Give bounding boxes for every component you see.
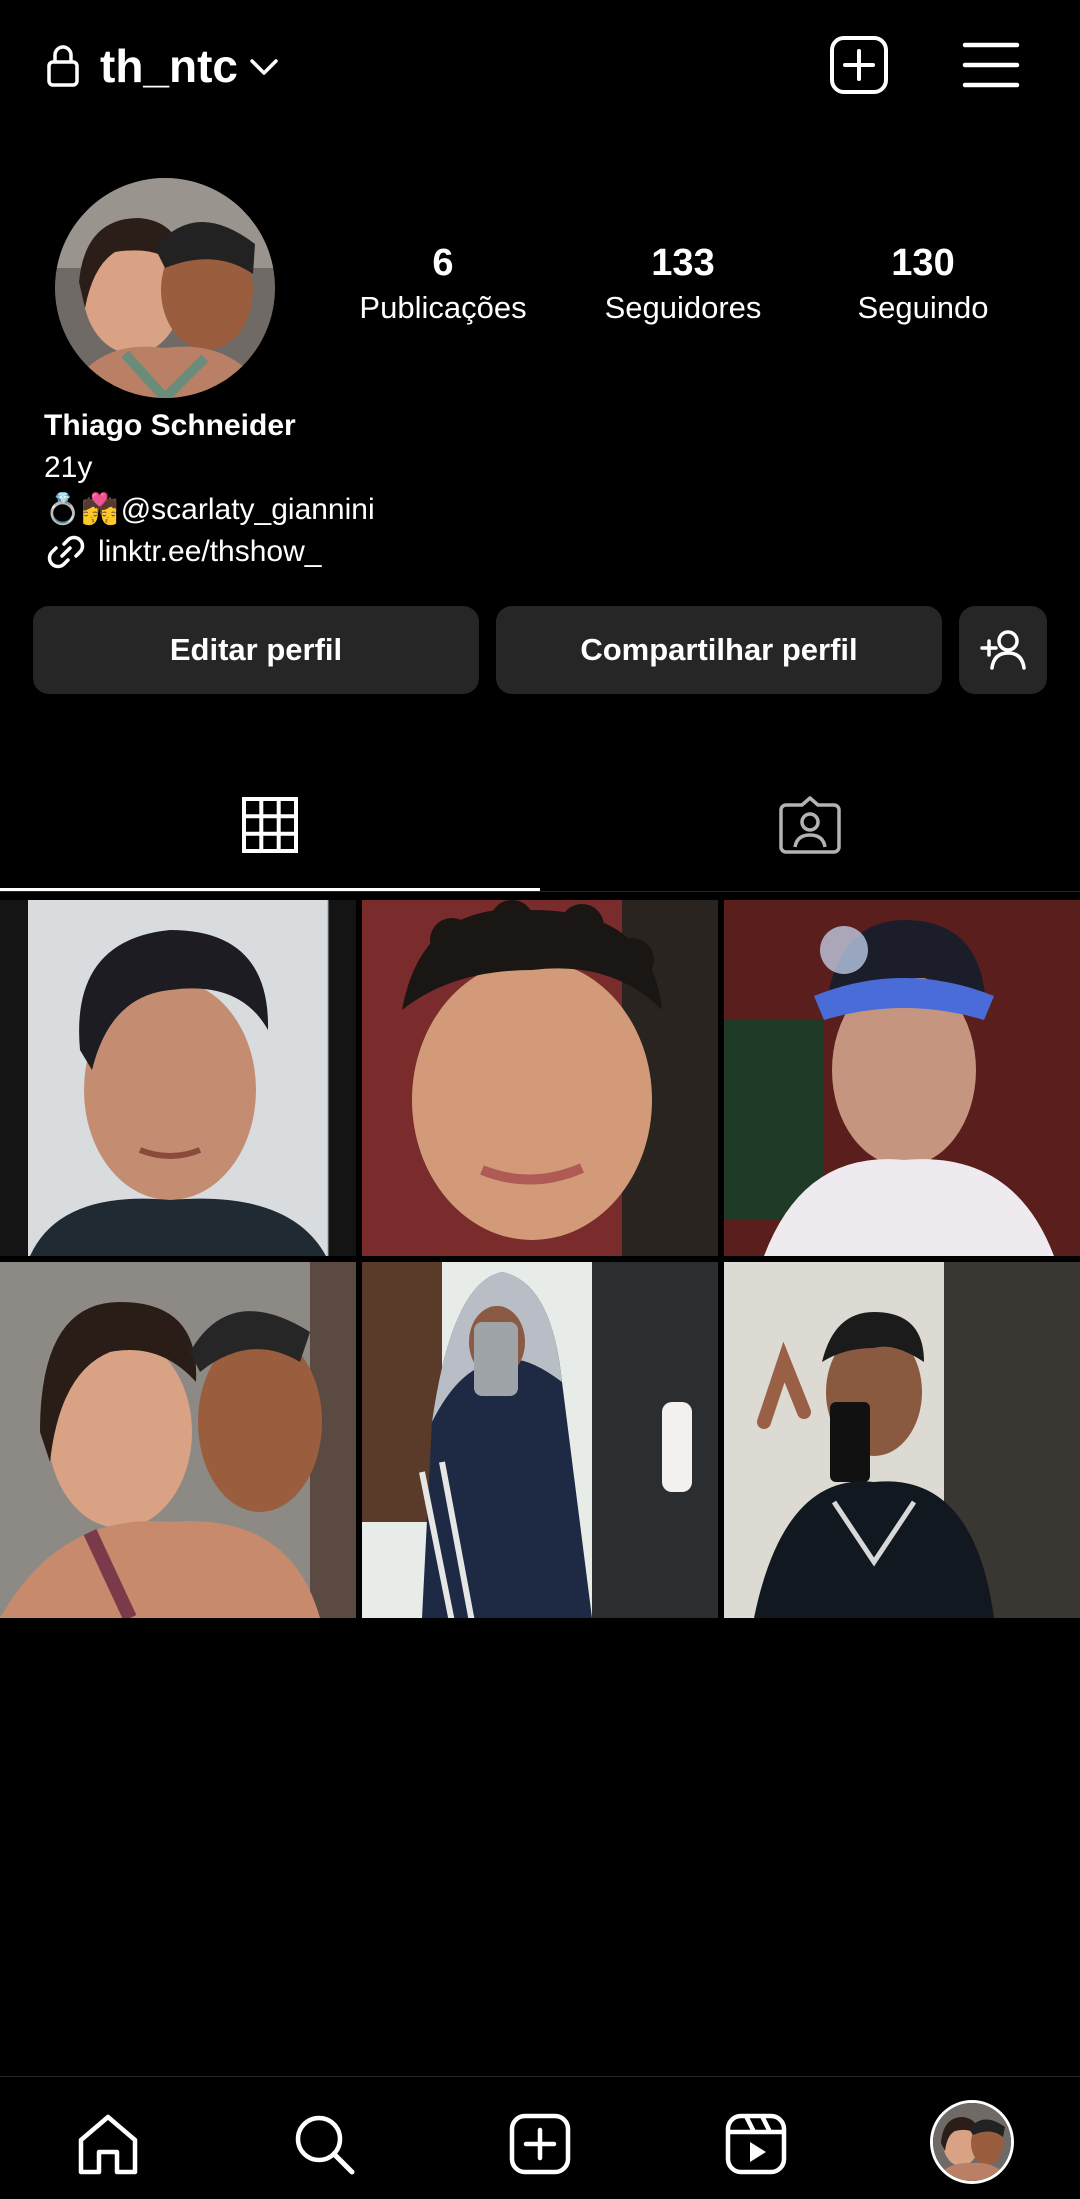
bio-link-line[interactable]: linktr.ee/thshow_ <box>44 532 321 572</box>
post-image <box>362 900 718 1256</box>
share-profile-button[interactable]: Compartilhar perfil <box>496 606 942 694</box>
discover-people-button[interactable] <box>959 606 1047 694</box>
tab-grid[interactable] <box>0 760 540 890</box>
following-count: 130 <box>891 242 955 284</box>
post-image <box>0 1262 356 1618</box>
home-icon <box>78 2114 138 2175</box>
nav-reels[interactable] <box>718 2106 794 2182</box>
post-thumbnail[interactable] <box>724 1262 1080 1618</box>
stat-followers[interactable]: 133 Seguidores <box>573 240 793 328</box>
reels-icon <box>725 2113 787 2175</box>
bio-emoji: 💍💏 <box>44 493 119 526</box>
add-square-icon <box>830 36 888 94</box>
posts-label: Publicações <box>359 290 527 325</box>
new-post-button[interactable] <box>824 30 894 100</box>
nav-create[interactable] <box>502 2106 578 2182</box>
profile-link[interactable]: linktr.ee/thshow_ <box>98 532 321 572</box>
post-image <box>0 900 356 1256</box>
add-person-icon <box>980 630 1026 670</box>
nav-search[interactable] <box>286 2106 362 2182</box>
grid-icon <box>242 797 298 853</box>
profile-avatar[interactable] <box>55 178 275 398</box>
stat-following[interactable]: 130 Seguindo <box>813 240 1033 328</box>
post-thumbnail[interactable] <box>362 900 718 1256</box>
posts-count: 6 <box>432 242 454 284</box>
avatar-image <box>55 178 275 398</box>
profile-avatar <box>933 2103 1011 2181</box>
post-thumbnail[interactable] <box>0 1262 356 1618</box>
tab-tagged[interactable] <box>540 760 1080 890</box>
following-label: Seguindo <box>857 290 989 325</box>
post-image <box>362 1262 718 1618</box>
post-image <box>724 1262 1080 1618</box>
menu-button[interactable] <box>956 30 1026 100</box>
bio-age: 21y <box>44 451 93 484</box>
top-bar: th_ntc <box>0 0 1080 130</box>
followers-label: Seguidores <box>604 290 762 325</box>
post-thumbnail[interactable] <box>362 1262 718 1618</box>
link-icon <box>47 535 85 569</box>
search-icon <box>295 2115 355 2175</box>
nav-home[interactable] <box>70 2106 146 2182</box>
chevron-down-icon[interactable] <box>246 52 282 82</box>
username[interactable]: th_ntc <box>100 38 238 94</box>
tab-divider <box>0 891 1080 892</box>
display-name: Thiago Schneider <box>44 409 296 442</box>
mention-link[interactable]: @scarlaty_giannini <box>121 490 375 530</box>
stat-posts[interactable]: 6 Publicações <box>333 240 553 328</box>
bio-mention-line: 💍💏 @scarlaty_giannini <box>44 490 375 530</box>
edit-profile-button[interactable]: Editar perfil <box>33 606 479 694</box>
post-thumbnail[interactable] <box>724 900 1080 1256</box>
tagged-person-icon <box>779 796 841 854</box>
nav-profile[interactable] <box>930 2100 1014 2184</box>
hamburger-menu-icon <box>962 42 1020 88</box>
post-thumbnail[interactable] <box>0 900 356 1256</box>
post-image <box>724 900 1080 1256</box>
create-icon <box>509 2113 571 2175</box>
lock-icon <box>47 45 79 87</box>
followers-count: 133 <box>651 242 715 284</box>
